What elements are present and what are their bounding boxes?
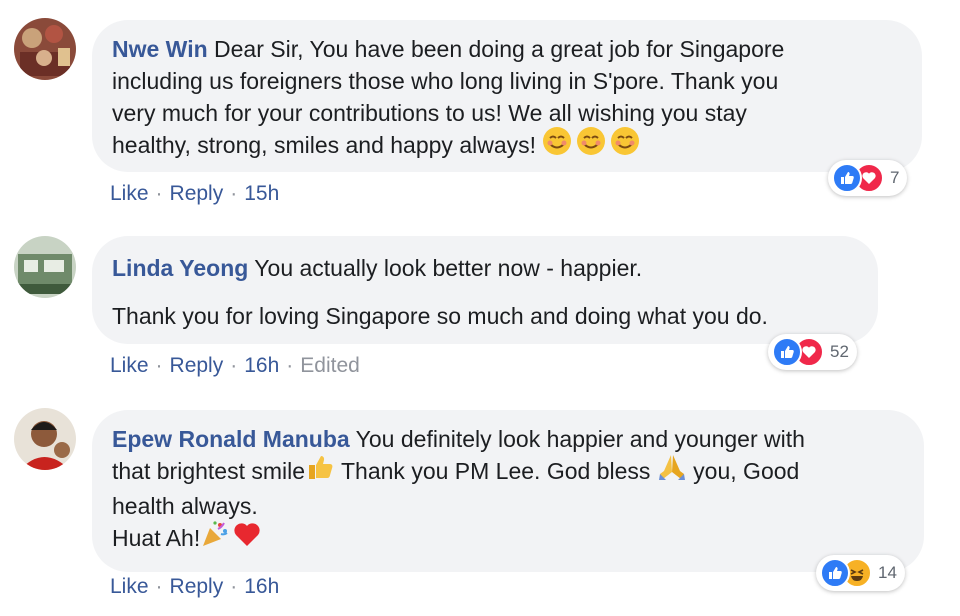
comment-actions: Like · Reply · 15h bbox=[110, 182, 279, 206]
comment-text: very much for your contributions to us! … bbox=[112, 100, 747, 126]
avatar[interactable] bbox=[14, 18, 76, 80]
avatar[interactable] bbox=[14, 408, 76, 470]
party-popper-icon bbox=[200, 519, 230, 557]
comment-author[interactable]: Linda Yeong bbox=[112, 255, 248, 281]
edited-label[interactable]: Edited bbox=[300, 354, 360, 377]
separator: · bbox=[155, 354, 163, 377]
reply-link[interactable]: Reply bbox=[170, 354, 224, 377]
comment-bubble: Linda Yeong You actually look better now… bbox=[92, 236, 878, 344]
comment-text: that brightest smile bbox=[112, 458, 306, 484]
red-heart-icon bbox=[232, 519, 262, 557]
smiling-face-icon bbox=[610, 126, 640, 164]
comment-author[interactable]: Epew Ronald Manuba bbox=[112, 426, 350, 452]
timestamp[interactable]: 15h bbox=[244, 182, 279, 205]
thumbs-up-icon bbox=[305, 452, 335, 490]
comment-text: You actually look better now - happier. bbox=[248, 255, 643, 281]
comment-text: healthy, strong, smiles and happy always… bbox=[112, 132, 543, 158]
timestamp[interactable]: 16h bbox=[244, 354, 279, 377]
separator: · bbox=[155, 575, 163, 598]
smiling-face-icon bbox=[576, 126, 606, 164]
avatar[interactable] bbox=[14, 236, 76, 298]
comment-text: Dear Sir, You have been doing a great jo… bbox=[207, 36, 785, 62]
comment-text: Huat Ah! bbox=[112, 524, 201, 551]
reply-link[interactable]: Reply bbox=[170, 575, 224, 598]
like-link[interactable]: Like bbox=[110, 575, 149, 598]
separator: · bbox=[230, 182, 238, 205]
separator: · bbox=[286, 354, 294, 377]
comment-text: Thank you for loving Singapore so much a… bbox=[112, 303, 768, 329]
like-link[interactable]: Like bbox=[110, 354, 149, 377]
reaction-count: 52 bbox=[830, 342, 849, 361]
comment-text: You definitely look happier and younger … bbox=[349, 426, 805, 452]
reaction-summary[interactable]: 14 bbox=[816, 555, 905, 591]
comment-actions: Like · Reply · 16h bbox=[110, 575, 279, 599]
comment-text: health always. bbox=[112, 492, 258, 519]
smiling-face-icon bbox=[542, 126, 572, 164]
comment-bubble: Nwe Win Dear Sir, You have been doing a … bbox=[92, 20, 922, 172]
folded-hands-icon bbox=[657, 452, 687, 490]
timestamp[interactable]: 16h bbox=[244, 575, 279, 598]
like-reaction-icon bbox=[772, 337, 802, 367]
separator: · bbox=[230, 575, 238, 598]
reply-link[interactable]: Reply bbox=[170, 182, 224, 205]
reaction-summary[interactable]: 52 bbox=[768, 334, 857, 370]
separator: · bbox=[155, 182, 163, 205]
comment-text: Thank you PM Lee. God bless bbox=[335, 458, 657, 484]
separator: · bbox=[230, 354, 238, 377]
reaction-count: 7 bbox=[890, 168, 900, 187]
comment-text: including us foreigners those who long l… bbox=[112, 68, 779, 94]
comment-actions: Like · Reply · 16h · Edited bbox=[110, 354, 360, 378]
comment-text: you, Good bbox=[686, 458, 800, 484]
comment-bubble: Epew Ronald Manuba You definitely look h… bbox=[92, 410, 924, 572]
like-reaction-icon bbox=[832, 163, 862, 193]
like-link[interactable]: Like bbox=[110, 182, 149, 205]
reaction-count: 14 bbox=[878, 563, 897, 582]
comment-author[interactable]: Nwe Win bbox=[112, 36, 208, 62]
like-reaction-icon bbox=[820, 558, 850, 588]
reaction-summary[interactable]: 7 bbox=[828, 160, 908, 196]
